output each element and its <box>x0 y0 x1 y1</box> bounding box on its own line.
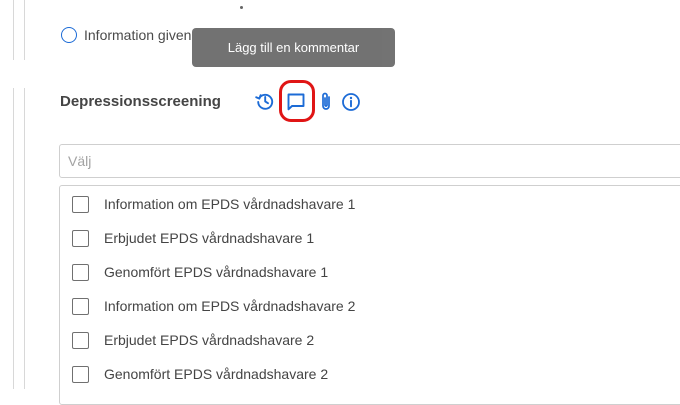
option-label: Erbjudet EPDS vårdnadshavare 1 <box>104 230 315 246</box>
comment-icon-highlight <box>279 80 315 122</box>
list-item[interactable]: Erbjudet EPDS vårdnadshavare 1 <box>72 223 314 253</box>
checkbox[interactable] <box>72 297 89 315</box>
options-list: Information om EPDS vårdnadshavare 1 Erb… <box>59 185 680 405</box>
list-item[interactable]: Erbjudet EPDS vårdnadshavare 2 <box>72 325 314 355</box>
list-item[interactable]: Information om EPDS vårdnadshavare 1 <box>72 189 355 219</box>
checkbox[interactable] <box>72 263 89 281</box>
field-title: Depressionsscreening <box>60 93 221 110</box>
indent-rail-4 <box>24 88 25 389</box>
option-label: Genomfört EPDS vårdnadshavare 1 <box>104 264 329 280</box>
add-comment-tooltip: Lägg till en kommentar <box>192 28 395 67</box>
indent-rail-3 <box>13 88 14 389</box>
indent-rail-1 <box>13 0 14 60</box>
option-label: Genomfört EPDS vårdnadshavare 2 <box>104 366 329 382</box>
list-item[interactable]: Information om EPDS vårdnadshavare 2 <box>72 291 355 321</box>
checkbox[interactable] <box>72 331 89 349</box>
checkbox[interactable] <box>72 195 89 213</box>
separator-dot <box>240 6 243 9</box>
info-icon[interactable] <box>341 92 361 112</box>
radio-label: Information given <box>84 27 192 43</box>
checkbox[interactable] <box>72 365 89 383</box>
radio-button[interactable] <box>61 27 77 43</box>
select-input[interactable] <box>60 145 680 177</box>
list-item[interactable]: Genomfört EPDS vårdnadshavare 1 <box>72 257 328 287</box>
paperclip-icon[interactable] <box>320 91 332 112</box>
list-item[interactable]: Genomfört EPDS vårdnadshavare 2 <box>72 359 328 389</box>
option-label: Information om EPDS vårdnadshavare 1 <box>104 196 356 212</box>
information-given-option[interactable]: Information given <box>61 24 191 46</box>
option-label: Erbjudet EPDS vårdnadshavare 2 <box>104 332 315 348</box>
option-label: Information om EPDS vårdnadshavare 2 <box>104 298 356 314</box>
checkbox[interactable] <box>72 229 89 247</box>
history-icon[interactable] <box>255 91 275 111</box>
indent-rail-2 <box>24 0 25 60</box>
depression-select[interactable] <box>59 144 680 178</box>
